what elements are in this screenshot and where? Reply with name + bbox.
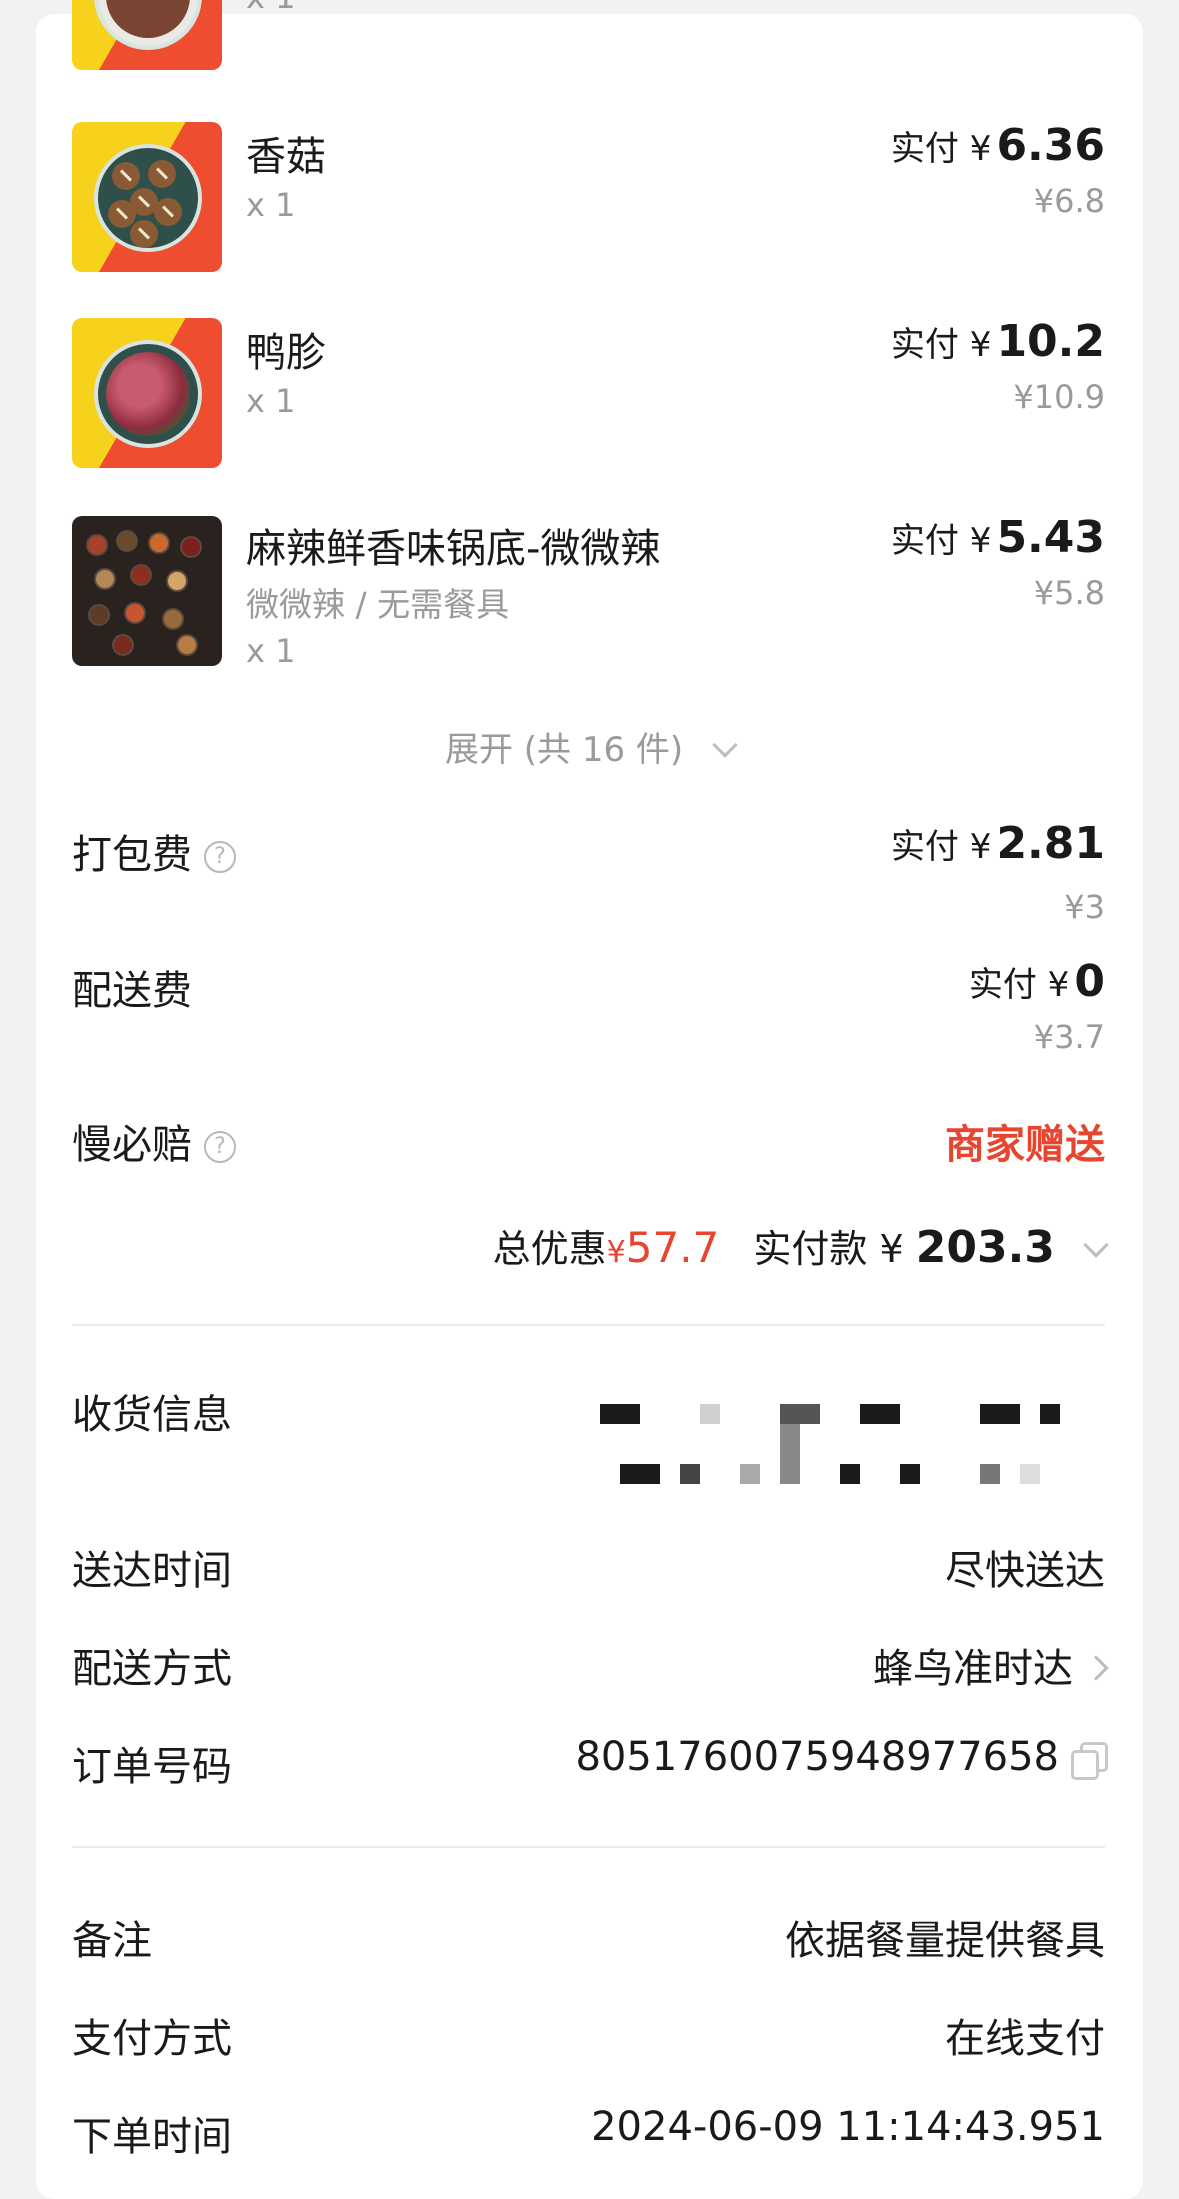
total-value: 203.3: [915, 1222, 1055, 1273]
order-number-value: 8051760075948977658: [575, 1734, 1108, 1780]
late-compensation-value: 商家赠送: [945, 1122, 1105, 1168]
item-name: 香菇: [246, 134, 326, 180]
order-number-label: 订单号码: [72, 1744, 232, 1790]
item-paid-price: 实付 ¥ 5.43: [891, 512, 1105, 563]
packing-fee-text: 打包费: [72, 832, 192, 878]
late-compensation-label: 慢必赔?: [72, 1112, 236, 1170]
paid-value: 2.81: [996, 818, 1105, 869]
late-compensation-text: 慢必赔: [72, 1122, 192, 1168]
paid-label: 实付 ¥: [968, 965, 1070, 1005]
discount-value: 57.7: [625, 1223, 720, 1272]
payment-method-value: 在线支付: [945, 2016, 1105, 2062]
item-original-price: ¥6.8: [1033, 182, 1105, 220]
delivery-fee-original: ¥3.7: [1033, 1018, 1105, 1056]
item-original-price: ¥5.8: [1033, 574, 1105, 612]
chevron-down-icon: [1083, 1231, 1109, 1258]
packing-fee-label: 打包费?: [72, 822, 236, 880]
chevron-right-icon: [1083, 1655, 1109, 1681]
delivery-time-value: 尽快送达: [945, 1548, 1105, 1594]
item-paid-price: 实付 ¥ 6.36: [891, 120, 1105, 171]
paid-value: 10.2: [996, 316, 1105, 367]
item-image: [72, 0, 222, 70]
delivery-fee-label: 配送费: [72, 968, 192, 1014]
address-value-redacted: [600, 1404, 1120, 1488]
delivery-time-label: 送达时间: [72, 1548, 232, 1594]
order-time-value: 2024-06-09 11:14:43.951: [591, 2104, 1105, 2150]
expand-items-button[interactable]: 展开 (共 16 件): [0, 722, 1179, 771]
item-spec: 微微辣 / 无需餐具: [246, 585, 510, 624]
item-image-shiitake: [72, 122, 222, 272]
discount-currency: ¥: [606, 1235, 626, 1270]
divider: [72, 1846, 1105, 1848]
paid-label: 实付 ¥: [890, 827, 992, 867]
item-name: 鸭胗: [246, 330, 326, 376]
paid-value: 5.43: [996, 512, 1105, 563]
delivery-method-text: 蜂鸟准时达: [873, 1646, 1073, 1692]
help-icon[interactable]: ?: [204, 841, 236, 873]
item-original-price: ¥10.9: [1013, 378, 1105, 416]
item-quantity: x 1: [246, 0, 295, 16]
order-summary[interactable]: 总优惠¥57.7 实付款 ¥ 203.3: [492, 1218, 1109, 1273]
note-value: 依据餐量提供餐具: [785, 1918, 1105, 1964]
paid-value: 0: [1074, 956, 1105, 1007]
packing-fee-original: ¥3: [1064, 888, 1105, 926]
delivery-method-value[interactable]: 蜂鸟准时达: [873, 1636, 1109, 1694]
note-label: 备注: [72, 1918, 152, 1964]
help-icon[interactable]: ?: [204, 1131, 236, 1163]
order-time-label: 下单时间: [72, 2114, 232, 2160]
divider: [72, 1324, 1105, 1326]
paid-label: 实付 ¥: [890, 129, 992, 169]
copy-icon[interactable]: [1071, 1742, 1108, 1780]
packing-fee-paid: 实付 ¥ 2.81: [891, 818, 1105, 869]
expand-label: 展开 (共 16 件): [444, 730, 684, 770]
item-name: 麻辣鲜香味锅底-微微辣: [246, 526, 661, 572]
item-image-duck-gizzard: [72, 318, 222, 468]
order-number-text: 8051760075948977658: [575, 1734, 1059, 1780]
item-image-hotpot-base: [72, 516, 222, 666]
payment-method-label: 支付方式: [72, 2016, 232, 2062]
chevron-down-icon: [712, 731, 738, 758]
paid-label: 实付 ¥: [890, 521, 992, 561]
item-quantity: x 1: [246, 186, 296, 224]
total-label: 实付款 ¥: [753, 1227, 904, 1271]
paid-value: 6.36: [996, 120, 1105, 171]
item-quantity: x 1: [246, 632, 296, 670]
discount-label: 总优惠: [492, 1227, 607, 1271]
paid-label: 实付 ¥: [890, 325, 992, 365]
delivery-fee-paid: 实付 ¥ 0: [969, 956, 1105, 1007]
item-quantity: x 1: [246, 382, 296, 420]
address-label: 收货信息: [72, 1392, 232, 1438]
item-paid-price: 实付 ¥ 10.2: [891, 316, 1105, 367]
delivery-method-label: 配送方式: [72, 1646, 232, 1692]
